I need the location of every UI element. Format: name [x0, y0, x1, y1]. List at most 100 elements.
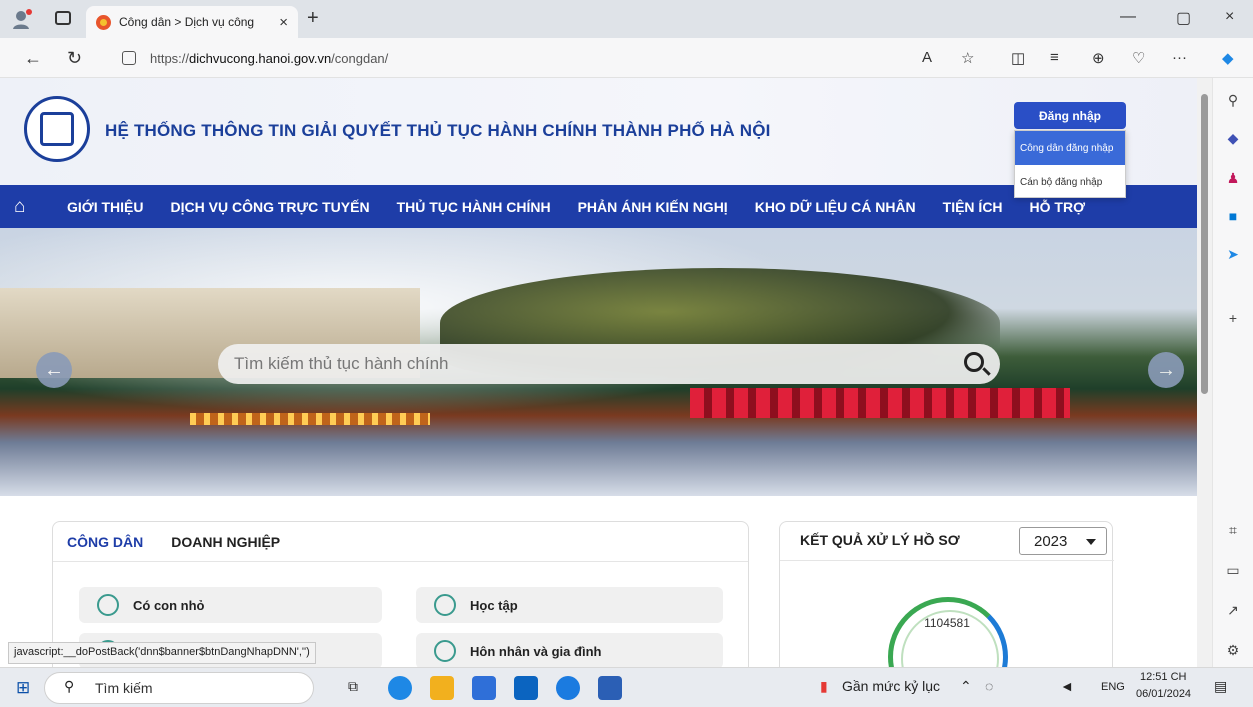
mail-icon[interactable] — [514, 676, 538, 700]
restore-button[interactable]: ▢ — [1176, 8, 1191, 28]
network-icon[interactable]: ◌ — [985, 678, 993, 694]
category-marriage-family[interactable]: Hôn nhân và gia đình — [416, 633, 723, 667]
staff-login-item[interactable]: Cán bộ đăng nhập — [1015, 165, 1125, 199]
nav-item-feedback[interactable]: PHẢN ÁNH KIẾN NGHỊ — [578, 199, 728, 215]
volume-icon[interactable]: ◄ — [1060, 678, 1074, 694]
results-title: KẾT QUẢ XỬ LÝ HỒ SƠ — [800, 532, 960, 548]
outlook-icon[interactable]: ■ — [1223, 206, 1243, 226]
hanoi-logo-icon[interactable] — [24, 96, 90, 162]
collections-icon[interactable]: ⊕ — [1092, 49, 1105, 67]
favorite-star-icon[interactable]: ☆ — [961, 49, 974, 67]
results-gauge — [888, 597, 1008, 667]
tab-citizen[interactable]: CÔNG DÂN — [67, 534, 143, 550]
citizen-login-item[interactable]: Công dân đăng nhập — [1015, 131, 1125, 165]
prev-slide-arrow-icon[interactable]: ← — [36, 352, 72, 388]
category-young-children[interactable]: Có con nhỏ — [79, 587, 382, 623]
language-indicator[interactable]: ENG — [1101, 681, 1125, 693]
profile-icon[interactable] — [12, 8, 34, 30]
search-icon[interactable] — [964, 352, 984, 372]
nav-item-online-services[interactable]: DỊCH VỤ CÔNG TRỰC TUYẾN — [171, 199, 370, 215]
file-explorer-icon[interactable] — [430, 676, 454, 700]
new-tab-button[interactable]: + — [307, 7, 319, 30]
browser-tab-active[interactable]: Công dân > Dịch vụ công × — [86, 6, 298, 38]
login-dropdown: Công dân đăng nhập Cán bộ đăng nhập — [1014, 130, 1126, 198]
sidebar-toggle-icon[interactable]: ▭ — [1223, 560, 1243, 580]
category-label: Có con nhỏ — [133, 597, 205, 613]
graduation-cap-icon — [434, 594, 456, 616]
settings-gear-icon[interactable]: ⚙ — [1223, 640, 1243, 660]
category-label: Học tập — [470, 597, 518, 613]
banner-lights — [190, 413, 430, 425]
tray-chevron-icon[interactable]: ⌃ — [960, 678, 972, 695]
nav-item-personal-data[interactable]: KHO DỮ LIỆU CÁ NHÂN — [755, 199, 916, 215]
taskbar-search-label: Tìm kiếm — [95, 680, 153, 696]
open-external-icon[interactable]: ↗ — [1223, 600, 1243, 620]
screenshot-icon[interactable]: ⌗ — [1223, 520, 1243, 540]
taskbar-search[interactable]: Tìm kiếm — [44, 672, 314, 704]
year-select[interactable]: 2023 — [1019, 527, 1107, 555]
favorites-list-icon[interactable]: ≡ — [1050, 49, 1059, 66]
scrollbar-thumb[interactable] — [1201, 94, 1208, 394]
category-tabs: CÔNG DÂN DOANH NGHIỆP — [53, 522, 748, 562]
minimize-button[interactable]: — — [1120, 8, 1136, 26]
next-slide-arrow-icon[interactable]: → — [1148, 352, 1184, 388]
zalo-icon[interactable] — [556, 676, 580, 700]
url-prefix: https:// — [150, 50, 190, 66]
add-sidebar-icon[interactable]: + — [1223, 308, 1243, 328]
home-icon[interactable]: ⌂ — [14, 196, 40, 218]
clock-time[interactable]: 12:51 CH — [1140, 671, 1186, 683]
edge-browser-icon[interactable] — [388, 676, 412, 700]
extensions-icon[interactable]: ♡ — [1132, 49, 1145, 67]
close-window-button[interactable]: × — [1225, 8, 1234, 26]
read-aloud-icon[interactable]: A — [922, 49, 932, 66]
reload-icon[interactable]: ↻ — [67, 48, 82, 69]
site-header: HỆ THỐNG THÔNG TIN GIẢI QUYẾT THỦ TỤC HÀ… — [0, 78, 1197, 198]
family-home-icon — [434, 640, 456, 662]
status-url: javascript:__doPostBack('dnn$banner$btnD… — [8, 642, 316, 664]
tab-actions-icon[interactable] — [55, 11, 71, 25]
url-bar[interactable]: https://dichvucong.hanoi.gov.vn/congdan/ — [110, 43, 995, 73]
windows-start-icon[interactable]: ⊞ — [16, 678, 30, 698]
results-total: 1104581 — [924, 616, 970, 630]
nav-item-intro[interactable]: GIỚI THIỆU — [67, 199, 144, 215]
games-icon[interactable]: ♟ — [1223, 168, 1243, 188]
tab-business[interactable]: DOANH NGHIỆP — [171, 534, 280, 550]
login-button[interactable]: Đăng nhập — [1014, 102, 1126, 129]
nav-item-procedures[interactable]: THỦ TỤC HÀNH CHÍNH — [397, 199, 551, 215]
browser-tab-title: Công dân > Dịch vụ công — [119, 15, 255, 29]
clock-date[interactable]: 06/01/2024 — [1136, 688, 1191, 700]
web-page: HỆ THỐNG THÔNG TIN GIẢI QUYẾT THỦ TỤC HÀ… — [0, 78, 1197, 667]
search-sidebar-icon[interactable]: ⚲ — [1223, 90, 1243, 110]
windows-taskbar: ⊞ Tìm kiếm ⚲ ⧉ ▮ Gần mức kỷ lục ⌃ ◌ ◄ EN… — [0, 667, 1253, 707]
store-icon[interactable] — [472, 676, 496, 700]
weather-text[interactable]: Gần mức kỷ lục — [842, 678, 940, 694]
browser-sidebar: ⚲ ◆ ♟ ■ ➤ + ⌗ ▭ ↗ ⚙ — [1212, 78, 1253, 667]
url-host: dichvucong.hanoi.gov.vn — [189, 50, 332, 66]
procedure-search-input[interactable]: Tìm kiếm thủ tục hành chính — [218, 344, 1000, 384]
task-view-icon[interactable]: ⧉ — [348, 678, 358, 695]
search-placeholder: Tìm kiếm thủ tục hành chính — [234, 354, 449, 373]
page-scrollbar[interactable] — [1197, 78, 1212, 667]
copilot-icon[interactable]: ◆ — [1222, 49, 1234, 67]
send-icon[interactable]: ➤ — [1223, 244, 1243, 264]
back-arrow-icon[interactable]: ← — [24, 48, 42, 69]
category-education[interactable]: Học tập — [416, 587, 723, 623]
split-screen-icon[interactable]: ◫ — [1011, 49, 1025, 67]
thermometer-icon: ▮ — [820, 678, 828, 694]
shopping-tag-icon[interactable]: ◆ — [1223, 128, 1243, 148]
word-icon[interactable] — [598, 676, 622, 700]
results-divider — [780, 560, 1114, 561]
site-title[interactable]: HỆ THỐNG THÔNG TIN GIẢI QUYẾT THỦ TỤC HÀ… — [105, 121, 771, 141]
chevron-down-icon — [1086, 539, 1096, 545]
address-toolbar: ← ↻ https://dichvucong.hanoi.gov.vn/cong… — [0, 38, 1253, 78]
nav-item-utilities[interactable]: TIỆN ÍCH — [943, 199, 1003, 215]
nav-item-support[interactable]: HỖ TRỢ — [1030, 199, 1086, 215]
taskbar-search-icon: ⚲ — [64, 678, 75, 694]
tab-close-button[interactable]: × — [279, 14, 288, 31]
notification-icon[interactable]: ▤ — [1214, 678, 1227, 695]
baby-icon — [97, 594, 119, 616]
more-menu-icon[interactable]: ··· — [1172, 49, 1187, 66]
site-favicon-icon — [96, 14, 111, 30]
lock-icon — [122, 51, 136, 65]
url-path: /congdan/ — [331, 50, 389, 66]
